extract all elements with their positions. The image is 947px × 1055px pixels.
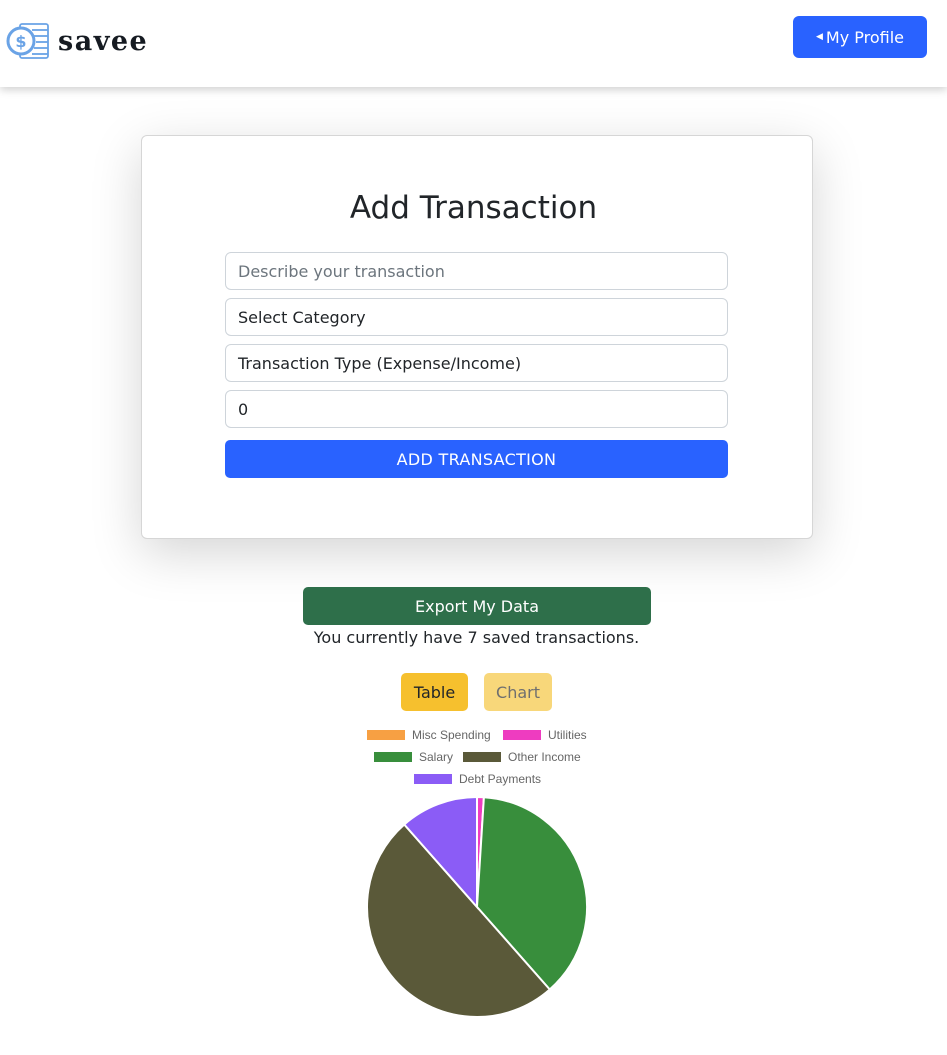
my-profile-button[interactable]: ◀ My Profile xyxy=(793,16,927,58)
legend-item[interactable]: Utilities xyxy=(503,728,587,742)
brand-name: savee xyxy=(58,25,149,57)
export-data-button[interactable]: Export My Data xyxy=(303,587,651,625)
brand-logo[interactable]: $ savee xyxy=(6,20,148,62)
category-select-value: Select Category xyxy=(238,307,366,327)
legend-swatch xyxy=(463,752,501,762)
description-input[interactable] xyxy=(225,252,728,290)
add-transaction-button[interactable]: ADD TRANSACTION xyxy=(225,440,728,478)
my-profile-label: My Profile xyxy=(825,27,905,47)
legend-label: Debt Payments xyxy=(459,772,542,786)
amount-value: 0 xyxy=(238,399,249,419)
transaction-type-value: Transaction Type (Expense/Income) xyxy=(238,353,522,373)
category-select[interactable]: Select Category xyxy=(225,298,728,336)
legend-swatch xyxy=(414,774,452,784)
legend-swatch xyxy=(367,730,405,740)
legend-item[interactable]: Misc Spending xyxy=(367,728,491,742)
legend-swatch xyxy=(503,730,541,740)
top-navbar: $ savee ◀ My Profile xyxy=(0,0,947,87)
legend-item[interactable]: Salary xyxy=(374,750,453,764)
legend-label: Other Income xyxy=(508,750,581,764)
transaction-type-select[interactable]: Transaction Type (Expense/Income) xyxy=(225,344,728,382)
dollar-coin-icon: $ xyxy=(6,23,49,59)
add-transaction-label: ADD TRANSACTION xyxy=(396,449,557,469)
table-view-button[interactable]: Table xyxy=(401,673,468,711)
legend-swatch xyxy=(374,752,412,762)
export-data-label: Export My Data xyxy=(414,596,540,616)
table-view-label: Table xyxy=(413,682,456,702)
add-transaction-title: Add Transaction xyxy=(349,190,598,226)
svg-text:$: $ xyxy=(15,32,26,51)
legend-item[interactable]: Other Income xyxy=(463,750,581,764)
legend-label: Salary xyxy=(419,750,454,764)
legend-label: Utilities xyxy=(548,728,587,742)
transaction-count-text: You currently have 7 saved transactions. xyxy=(313,628,640,647)
legend-item[interactable]: Debt Payments xyxy=(414,772,541,786)
amount-input[interactable]: 0 xyxy=(225,390,728,428)
chart-view-label: Chart xyxy=(496,682,540,702)
legend-label: Misc Spending xyxy=(412,728,491,742)
chart-view-button[interactable]: Chart xyxy=(484,673,552,711)
transactions-pie-chart[interactable] xyxy=(365,795,589,1019)
caret-left-icon: ◀ xyxy=(815,32,823,42)
